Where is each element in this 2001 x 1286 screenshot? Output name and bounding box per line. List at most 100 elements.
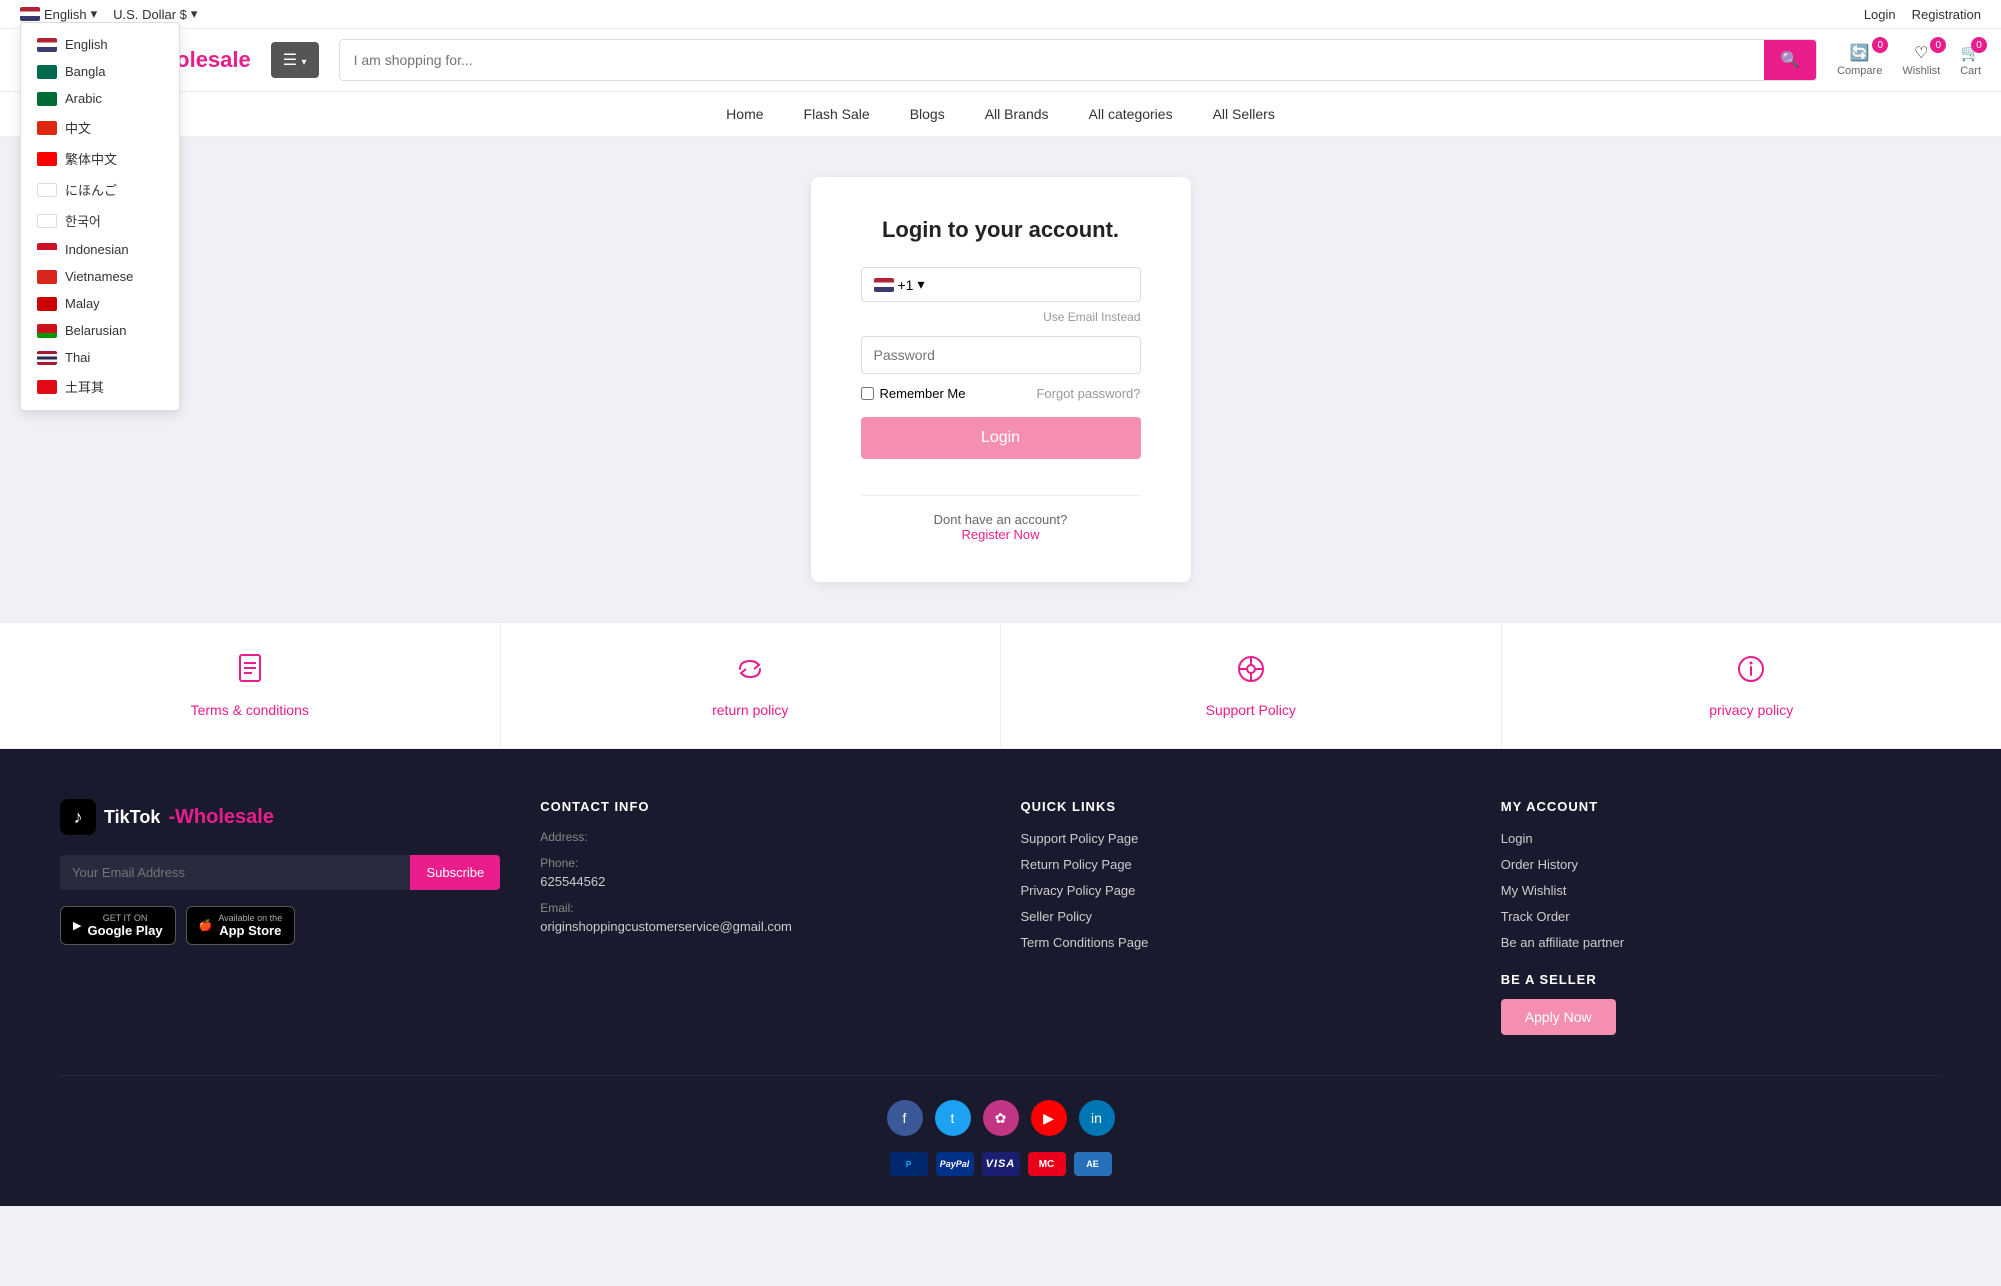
- language-option-flag: [37, 243, 57, 257]
- language-option-flag: [37, 270, 57, 284]
- language-option[interactable]: Vietnamese: [21, 263, 179, 290]
- google-play-big: Google Play: [87, 923, 162, 938]
- linkedin-icon[interactable]: in: [1079, 1100, 1115, 1136]
- register-now-link[interactable]: Register Now: [961, 527, 1039, 542]
- footer-my-account: MY ACCOUNT Login Order History My Wishli…: [1501, 799, 1941, 1035]
- nav-all-categories[interactable]: All categories: [1089, 104, 1173, 124]
- language-option-label: Belarusian: [65, 323, 126, 338]
- footer-logo[interactable]: ♪ TikTok-Wholesale: [60, 799, 500, 835]
- password-input[interactable]: [861, 336, 1141, 374]
- terms-conditions-item[interactable]: Terms & conditions: [0, 623, 501, 748]
- paytm-payment-icon: P: [890, 1152, 928, 1176]
- language-option[interactable]: Arabic: [21, 85, 179, 112]
- language-option-flag: [37, 297, 57, 311]
- login-button[interactable]: Login: [861, 417, 1141, 459]
- language-option[interactable]: Bangla: [21, 58, 179, 85]
- support-policy-link[interactable]: Support Policy Page: [1021, 831, 1139, 846]
- language-selector[interactable]: English ▾: [20, 6, 97, 22]
- phone-input-row[interactable]: +1 ▾: [861, 267, 1141, 302]
- be-seller-title: BE A SELLER: [1501, 972, 1941, 987]
- phone-flag-icon: [874, 278, 894, 292]
- phone-chevron-icon: ▾: [917, 276, 924, 293]
- list-item: Order History: [1501, 856, 1941, 874]
- app-store-button[interactable]: 🍎 Available on the App Store: [186, 906, 296, 945]
- compare-icon: 🔄: [1850, 43, 1870, 63]
- nav-all-brands[interactable]: All Brands: [985, 104, 1049, 124]
- payment-icons: P PayPal VISA MC AE: [890, 1152, 1112, 1176]
- order-history-link[interactable]: Order History: [1501, 857, 1578, 872]
- language-option[interactable]: Thai: [21, 344, 179, 371]
- apply-now-button[interactable]: Apply Now: [1501, 999, 1616, 1035]
- apple-icon: 🍎: [199, 919, 213, 932]
- address-label: Address:: [540, 830, 980, 844]
- seller-policy-link[interactable]: Seller Policy: [1021, 909, 1093, 924]
- language-selector-wrapper: English ▾ EnglishBanglaArabic中文繁体中文にほんご한…: [20, 6, 97, 22]
- nav-home[interactable]: Home: [726, 104, 763, 124]
- language-option[interactable]: Belarusian: [21, 317, 179, 344]
- language-option-flag: [37, 92, 57, 106]
- compare-badge: 0: [1872, 37, 1888, 53]
- return-policy-item[interactable]: return policy: [501, 623, 1002, 748]
- compare-button[interactable]: 🔄 0 Compare: [1837, 43, 1882, 77]
- login-link[interactable]: Login: [1864, 7, 1896, 22]
- language-option-flag: [37, 324, 57, 338]
- nav-flash-sale[interactable]: Flash Sale: [804, 104, 870, 124]
- my-wishlist-link[interactable]: My Wishlist: [1501, 883, 1567, 898]
- youtube-icon[interactable]: ▶: [1031, 1100, 1067, 1136]
- language-option[interactable]: Malay: [21, 290, 179, 317]
- language-option-label: 土耳其: [65, 377, 104, 396]
- google-play-button[interactable]: ▶ GET IT ON Google Play: [60, 906, 176, 945]
- remember-text: Remember Me: [880, 386, 966, 401]
- language-option[interactable]: Indonesian: [21, 236, 179, 263]
- phone-value: 625544562: [540, 874, 980, 889]
- affiliate-partner-link[interactable]: Be an affiliate partner: [1501, 935, 1624, 950]
- language-option[interactable]: English: [21, 31, 179, 58]
- language-option[interactable]: 한국어: [21, 205, 179, 236]
- language-option[interactable]: 土耳其: [21, 371, 179, 402]
- currency-selector[interactable]: U.S. Dollar $ ▾: [113, 6, 197, 22]
- language-option[interactable]: 繁体中文: [21, 143, 179, 174]
- nav-blogs[interactable]: Blogs: [910, 104, 945, 124]
- email-subscription-form: Subscribe: [60, 855, 500, 890]
- return-policy-link[interactable]: Return Policy Page: [1021, 857, 1132, 872]
- registration-link[interactable]: Registration: [1912, 7, 1981, 22]
- terms-conditions-link[interactable]: Term Conditions Page: [1021, 935, 1149, 950]
- document-icon: [234, 653, 266, 692]
- amex-payment-icon: AE: [1074, 1152, 1112, 1176]
- language-option[interactable]: 中文: [21, 112, 179, 143]
- subscribe-button[interactable]: Subscribe: [410, 855, 500, 890]
- search-input[interactable]: [340, 42, 1765, 78]
- twitter-icon[interactable]: t: [935, 1100, 971, 1136]
- remember-me-label[interactable]: Remember Me: [861, 386, 966, 401]
- language-option-flag: [37, 65, 57, 79]
- wishlist-button[interactable]: ♡ 0 Wishlist: [1902, 43, 1940, 77]
- use-email-link[interactable]: Use Email Instead: [861, 310, 1141, 324]
- search-button[interactable]: 🔍: [1764, 40, 1816, 80]
- language-option[interactable]: にほんご: [21, 174, 179, 205]
- privacy-policy-link[interactable]: Privacy Policy Page: [1021, 883, 1136, 898]
- email-subscription-input[interactable]: [60, 855, 410, 890]
- list-item: Return Policy Page: [1021, 856, 1461, 874]
- phone-code: +1: [898, 277, 914, 293]
- support-policy-item[interactable]: Support Policy: [1001, 623, 1502, 748]
- header: ♪ TikTok-Wholesale ☰ ▾ 🔍 🔄 0 Compare ♡ 0…: [0, 29, 2001, 92]
- my-account-login-link[interactable]: Login: [1501, 831, 1533, 846]
- cart-badge: 0: [1971, 37, 1987, 53]
- wishlist-badge: 0: [1930, 37, 1946, 53]
- forgot-password-link[interactable]: Forgot password?: [1036, 386, 1140, 401]
- hamburger-button[interactable]: ☰ ▾: [271, 42, 319, 78]
- my-account-title: MY ACCOUNT: [1501, 799, 1941, 814]
- cart-button[interactable]: 🛒 0 Cart: [1960, 43, 1981, 77]
- nav-all-sellers[interactable]: All Sellers: [1213, 104, 1275, 124]
- remember-checkbox[interactable]: [861, 387, 874, 400]
- chevron-down-icon: ▾: [91, 6, 98, 22]
- heart-icon: ♡: [1914, 43, 1928, 63]
- currency-label: U.S. Dollar $: [113, 7, 187, 22]
- phone-flag-selector[interactable]: +1 ▾: [874, 276, 925, 293]
- navigation-bar: Home Flash Sale Blogs All Brands All cat…: [0, 92, 2001, 137]
- privacy-policy-item[interactable]: privacy policy: [1502, 623, 2001, 748]
- instagram-icon[interactable]: ✿: [983, 1100, 1019, 1136]
- language-option-flag: [37, 380, 57, 394]
- track-order-link[interactable]: Track Order: [1501, 909, 1570, 924]
- facebook-icon[interactable]: f: [887, 1100, 923, 1136]
